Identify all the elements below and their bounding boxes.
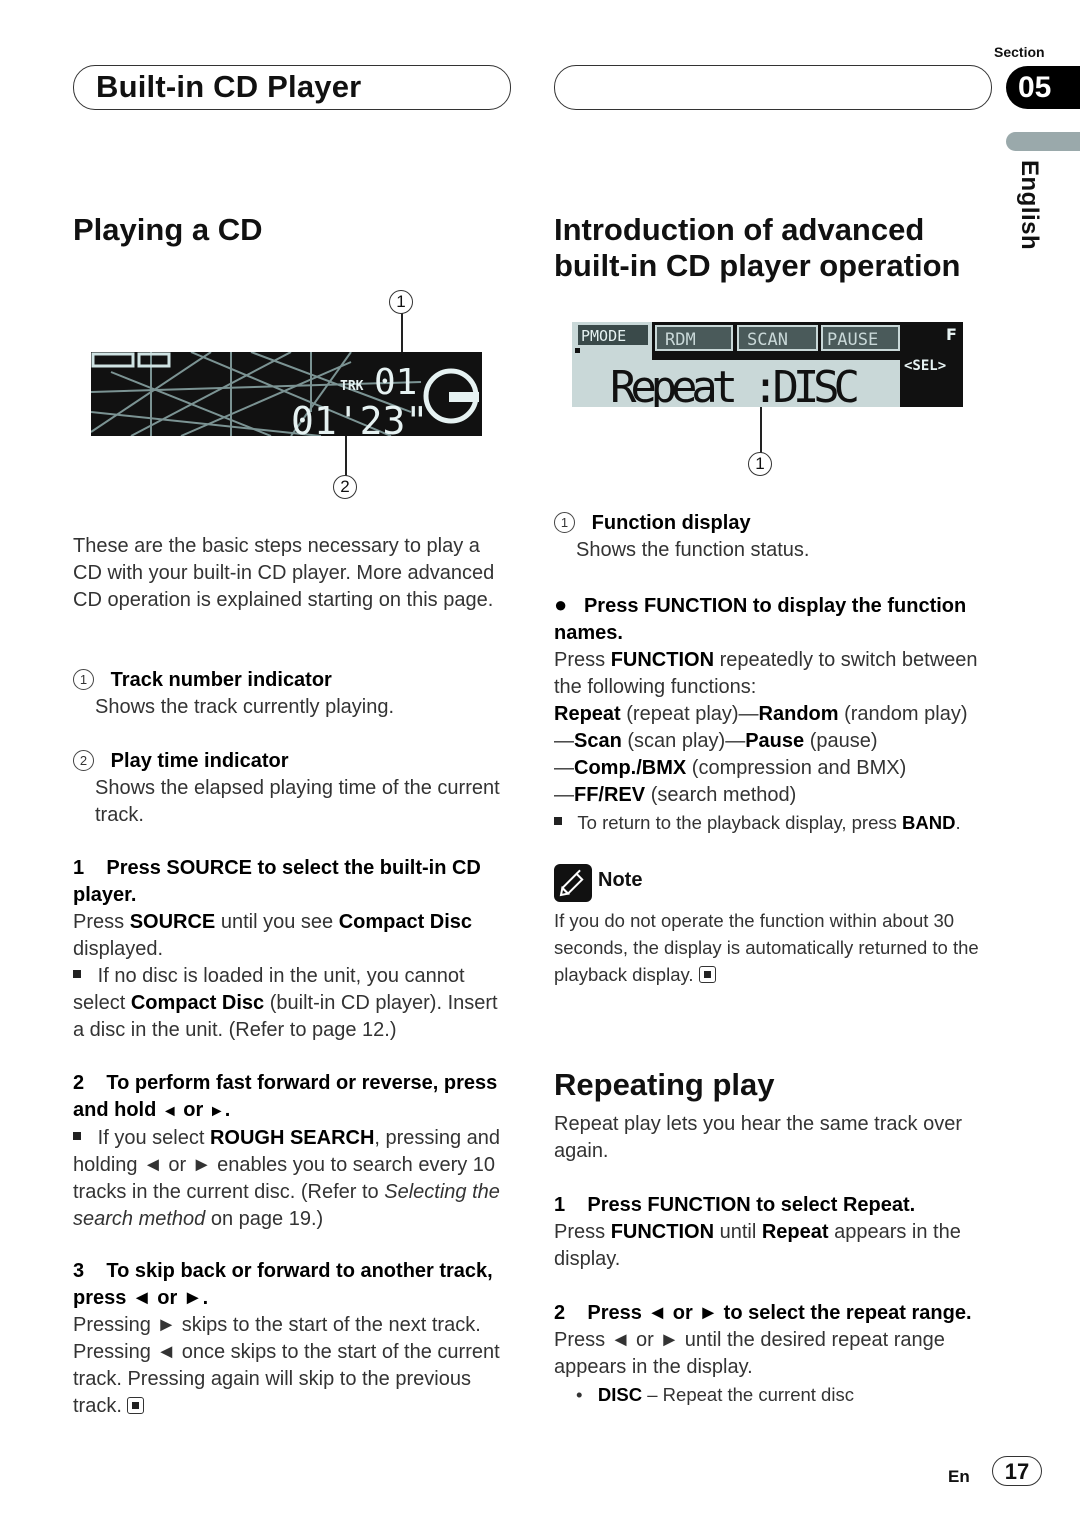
legend-desc: Shows the track currently playing.	[95, 696, 395, 718]
language-tab-marker	[1006, 132, 1080, 151]
playing-cd-heading: Playing a CD	[73, 212, 263, 247]
function-display-illustration: PMODE RDM SCAN PAUSE F <SEL> Repeat :DIS…	[572, 322, 963, 407]
legend-desc: Shows the function status.	[576, 539, 810, 561]
legend-item-play-time: 2 Play time indicator Shows the elapsed …	[73, 748, 505, 829]
cd-playback-display-illustration: TRK 01 01'23"	[91, 352, 482, 436]
function-lcd-graphic: PMODE RDM SCAN PAUSE F <SEL> Repeat :DIS…	[572, 322, 957, 407]
step-2-fast-forward: 2 To perform fast forward or reverse, pr…	[73, 1070, 505, 1233]
legend-title: Play time indicator	[110, 750, 289, 772]
round-bullet-icon: ●	[554, 592, 568, 617]
step-heading: Press FUNCTION to display the function n…	[554, 595, 967, 644]
step-body: Press SOURCE until you see Compact Disc …	[73, 911, 473, 960]
function-display-text: Repeat :DISC	[610, 362, 860, 407]
track-label: TRK	[340, 379, 364, 394]
step-heading: To skip back or forward to another track…	[73, 1260, 493, 1309]
advanced-operation-heading: Introduction of advanced built-in CD pla…	[554, 212, 961, 283]
language-tab-label: English	[1016, 160, 1043, 251]
square-bullet-icon	[73, 1132, 81, 1140]
step-body: Pressing ► skips to the start of the nex…	[73, 1314, 500, 1417]
play-time: 01'23"	[291, 399, 428, 436]
sel-indicator: <SEL>	[904, 358, 946, 374]
legend-title: Function display	[591, 512, 751, 534]
legend-number: 1	[73, 669, 94, 690]
lcd-graphic-pattern: TRK 01 01'23"	[91, 352, 479, 436]
callout-leader-function	[760, 407, 762, 453]
note-label: Note	[598, 869, 643, 891]
chapter-title-pill: Built-in CD Player	[73, 65, 511, 110]
step-number: 1	[554, 1194, 566, 1216]
note-pencil-icon	[554, 864, 592, 902]
legend-title: Track number indicator	[110, 669, 332, 691]
callout-marker-1: 1	[389, 290, 413, 314]
legend-number: 2	[73, 750, 94, 771]
legend-item-function-display: 1 Function display Shows the function st…	[554, 510, 994, 564]
step-number: 2	[73, 1072, 85, 1094]
track-number: 01	[374, 362, 417, 403]
step-note: If no disc is loaded in the unit, you ca…	[73, 965, 498, 1041]
tab-rdm: RDM	[665, 330, 696, 350]
page-number: 17	[992, 1456, 1042, 1486]
step-1-select-source: 1 Press SOURCE to select the built-in CD…	[73, 855, 505, 1044]
step-body: Press FUNCTION repeatedly to switch betw…	[554, 649, 978, 698]
step-body: Press FUNCTION until Repeat appears in t…	[554, 1221, 961, 1270]
callout-leader-1	[401, 313, 403, 355]
f-indicator: F	[946, 325, 957, 344]
tab-pmode: PMODE	[581, 327, 626, 345]
repeating-play-intro: Repeat play lets you hear the same track…	[554, 1113, 962, 1162]
tab-pause: PAUSE	[827, 330, 878, 350]
repeat-step-2: 2 Press ◄ or ► to select the repeat rang…	[554, 1300, 994, 1408]
square-bullet-icon	[73, 970, 81, 978]
tab-scan: SCAN	[747, 330, 788, 350]
step-number: 2	[554, 1302, 566, 1324]
repeat-step-1: 1 Press FUNCTION to select Repeat. Press…	[554, 1192, 994, 1273]
right-arrow-icon: ►	[208, 1103, 225, 1120]
legend-desc: Shows the elapsed playing time of the cu…	[95, 777, 500, 826]
callout-leader-2	[345, 436, 347, 476]
footer-language: En	[948, 1467, 970, 1486]
callout-marker-function: 1	[748, 452, 772, 476]
header-empty-pill	[554, 65, 992, 110]
step-tip: To return to the playback display, press…	[554, 809, 994, 836]
repeat-option-disc: • DISC – Repeat the current disc	[576, 1384, 854, 1405]
step-note: If you select ROUGH SEARCH, pressing and…	[73, 1127, 501, 1230]
callout-marker-2: 2	[333, 475, 357, 499]
step-body: Press ◄ or ► until the desired repeat ra…	[554, 1329, 945, 1378]
function-list: Repeat (repeat play)—Random (random play…	[554, 703, 968, 806]
square-bullet-icon	[554, 817, 562, 825]
section-number-tab: 05	[1006, 66, 1080, 109]
note-text: If you do not operate the function withi…	[554, 910, 979, 985]
playing-cd-intro: These are the basic steps necessary to p…	[73, 535, 495, 611]
step-heading: Press FUNCTION to select Repeat.	[587, 1194, 916, 1216]
section-label: Section	[994, 44, 1045, 60]
chapter-title: Built-in CD Player	[96, 69, 362, 104]
left-arrow-icon: ◄	[161, 1103, 178, 1120]
step-heading: Press SOURCE to select the built-in CD p…	[73, 857, 481, 906]
step-3-skip-track: 3 To skip back or forward to another tra…	[73, 1258, 505, 1420]
end-of-section-icon	[127, 1397, 145, 1414]
legend-item-track-number: 1 Track number indicator Shows the track…	[73, 667, 505, 721]
step-heading: Press ◄ or ► to select the repeat range.	[587, 1302, 972, 1324]
step-number: 3	[73, 1260, 85, 1282]
bullet-step-function: ● Press FUNCTION to display the function…	[554, 591, 994, 836]
repeating-play-heading: Repeating play	[554, 1067, 775, 1102]
end-of-section-icon	[698, 966, 716, 983]
legend-number: 1	[554, 512, 575, 533]
step-number: 1	[73, 857, 85, 879]
